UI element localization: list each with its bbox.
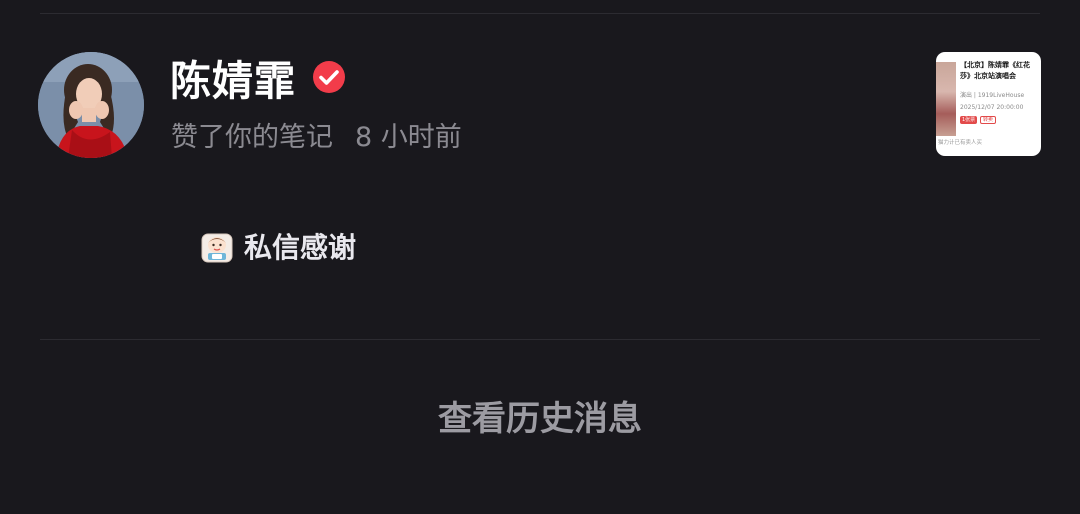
like-notification-row[interactable] <box>0 14 1080 194</box>
view-history-button[interactable]: 查看历史消息 <box>0 395 1080 443</box>
notifications-page: 陈婧霏 赞了你的笔记 8 小时前 【北京】陈婧霏《红花莎》北京站演唱会 演出 | … <box>0 0 1080 514</box>
action-text: 赞了你的笔记 <box>171 122 333 153</box>
verified-check-icon <box>313 61 345 93</box>
timestamp: 8 小时前 <box>355 122 462 153</box>
user-avatar[interactable] <box>38 52 144 158</box>
username[interactable]: 陈婧霏 <box>170 56 296 106</box>
sticker-emoji-icon <box>201 233 233 263</box>
thumbnail-tag-secondary: 转卖 <box>980 116 997 124</box>
dm-thanks-label: 私信感谢 <box>244 231 357 264</box>
thumbnail-venue: 演出 | 1919LiveHouse <box>960 92 1025 99</box>
thumbnail-photo <box>936 62 956 136</box>
avatar-photo-icon <box>38 52 144 158</box>
thumbnail-title: 【北京】陈婧霏《红花莎》北京站演唱会 <box>960 61 1030 80</box>
notification-action-line: 赞了你的笔记 8 小时前 <box>171 118 462 158</box>
note-thumbnail[interactable]: 【北京】陈婧霏《红花莎》北京站演唱会 演出 | 1919LiveHouse 20… <box>936 52 1041 156</box>
thumbnail-datetime: 2025/12/07 20:00:00 <box>960 104 1024 111</box>
section-divider <box>40 339 1040 340</box>
thumbnail-footer: 猫力计已有卖人买 <box>938 140 983 146</box>
dm-thanks-button[interactable]: 私信感谢 <box>200 228 356 268</box>
thumbnail-tag-primary: 1张票 <box>960 116 978 124</box>
